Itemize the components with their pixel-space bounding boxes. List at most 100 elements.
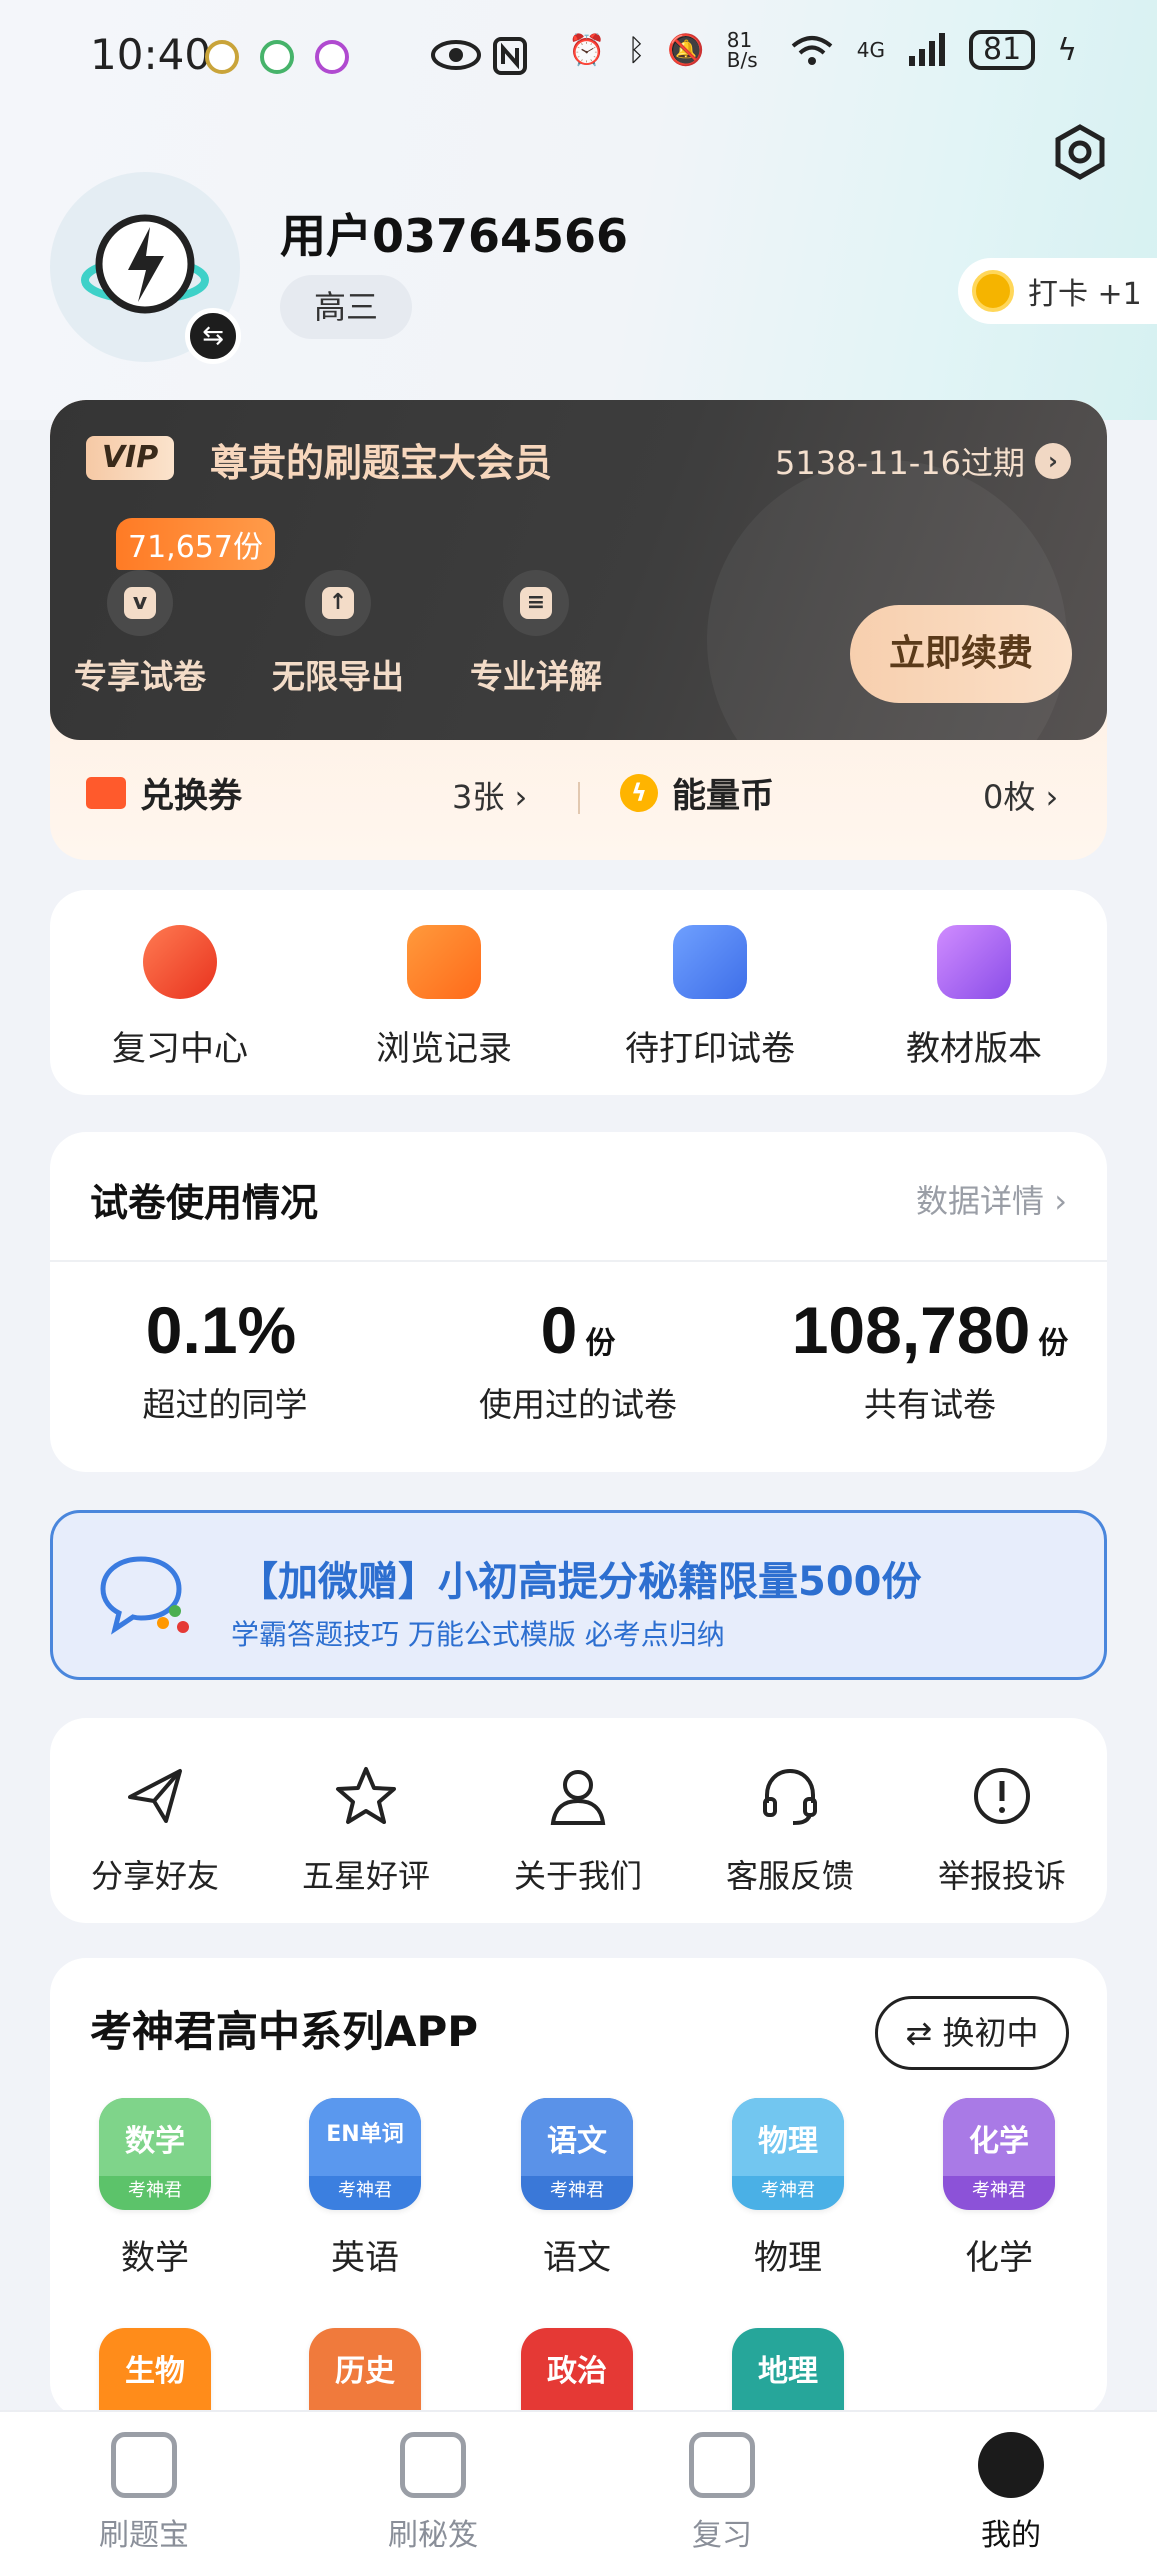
voucher-label: 兑换券	[140, 776, 242, 816]
vip-title: 尊贵的刷题宝大会员	[210, 441, 553, 485]
report-complaint-button[interactable]: 举报投诉	[902, 1763, 1102, 1897]
app-chinese[interactable]: 语文 考神君 语文	[502, 2098, 652, 2279]
nav-tab-mine[interactable]: 我的	[921, 2432, 1101, 2554]
tool-textbook-version[interactable]: 教材版本	[874, 925, 1074, 1070]
document-icon: ≡	[503, 570, 569, 636]
profile-face-icon	[978, 2432, 1044, 2498]
about-us-button[interactable]: 关于我们	[478, 1763, 678, 1897]
tool-review-center[interactable]: 复习中心	[80, 925, 280, 1070]
app-icon-text: 物理	[758, 2124, 818, 2159]
username: 用户03764566	[280, 209, 629, 263]
physics-app-icon: 物理 考神君	[732, 2098, 844, 2210]
battery-icon: 81	[969, 30, 1036, 70]
search-doc-icon	[111, 2432, 177, 2498]
vip-expire[interactable]: 5138-11-16过期 ›	[775, 438, 1071, 484]
exclusive-paper-icon: v	[107, 570, 173, 636]
app-icon-text: 生物	[125, 2354, 185, 2389]
share-friends-button[interactable]: 分享好友	[55, 1763, 255, 1897]
grade-badge[interactable]: 高三	[280, 275, 412, 339]
vip-count-badge: 71,657份	[116, 518, 275, 570]
notebook-icon	[400, 2432, 466, 2498]
eye-icon	[431, 40, 481, 70]
data-details-link[interactable]: 数据详情 ›	[916, 1176, 1067, 1222]
app-english[interactable]: EN单词 考神君 英语	[290, 2098, 440, 2279]
app-brand: 考神君	[128, 2180, 182, 2201]
vip-expire-text: 5138-11-16过期	[775, 444, 1025, 482]
rate-five-stars-button[interactable]: 五星好评	[266, 1763, 466, 1897]
checkin-button[interactable]: 打卡 +1	[958, 258, 1157, 324]
promo-banner[interactable]: 【加微赠】小初高提分秘籍限量500份 学霸答题技巧 万能公式模版 必考点归纳	[50, 1510, 1107, 1680]
chat-icon	[100, 1556, 189, 1635]
app-physics[interactable]: 物理 考神君 物理	[713, 2098, 863, 2279]
app-math[interactable]: 数学 考神君 数学	[80, 2098, 230, 2279]
vip-panel: VIP 尊贵的刷题宝大会员 5138-11-16过期 › 71,657份 v 专…	[50, 400, 1107, 860]
nav-tab-mijii[interactable]: 刷秘笈	[343, 2432, 523, 2554]
misc-label: 客服反馈	[725, 1857, 854, 1895]
misc-label: 举报投诉	[937, 1857, 1066, 1895]
app-icon-text: EN单词	[326, 2122, 404, 2147]
signal-icon	[909, 33, 946, 66]
app-label: 英语	[331, 2238, 399, 2278]
renew-button[interactable]: 立即续费	[850, 605, 1072, 703]
energy-coin-link[interactable]: ϟ 能量币	[620, 768, 774, 817]
notification-icon	[260, 40, 294, 74]
app-icon-text: 语文	[547, 2124, 607, 2159]
status-right: ⏰ ᛒ 🔕 81 B/s 4G 81 ϟ	[568, 30, 1077, 70]
tool-print-queue[interactable]: 待打印试卷	[610, 925, 810, 1070]
app-series-card: 考神君高中系列APP ⇄ 换初中 数学 考神君 数学 EN单词 考神君 英语 语…	[50, 1958, 1107, 2440]
app-label: 物理	[754, 2238, 822, 2278]
nav-label: 我的	[981, 2518, 1041, 2553]
tool-history[interactable]: 浏览记录	[344, 925, 544, 1070]
energy-coin-value[interactable]: 0枚 ›	[983, 772, 1058, 818]
app-label: 数学	[121, 2238, 189, 2278]
net-speed: 81 B/s	[726, 28, 758, 72]
math-app-icon: 数学 考神君	[99, 2098, 211, 2210]
nav-label: 刷秘笈	[388, 2518, 478, 2553]
app-label: 语文	[543, 2238, 611, 2278]
settings-icon[interactable]	[1052, 124, 1108, 180]
ticket-icon	[86, 776, 126, 809]
vip-wallet-row: 兑换券 3张 › ϟ 能量币 0枚 ›	[50, 740, 1107, 850]
banner-title: 【加微赠】小初高提分秘籍限量500份	[238, 1559, 922, 1605]
checkin-label: 打卡 +1	[1028, 277, 1142, 312]
vip-feature-exclusive[interactable]: v 专享试卷	[50, 570, 230, 698]
user-icon	[550, 1770, 606, 1825]
bottom-nav: 刷题宝 刷秘笈 复习 我的	[0, 2410, 1157, 2560]
vip-feature-label: 专享试卷	[74, 657, 206, 696]
stat-unit: 份	[1038, 1326, 1069, 1361]
app-brand: 考神君	[550, 2180, 604, 2201]
review-center-icon	[143, 925, 217, 999]
switch-junior-button[interactable]: ⇄ 换初中	[875, 1996, 1069, 2070]
mute-icon: 🔕	[667, 32, 705, 68]
app-icon-text: 化学	[969, 2124, 1029, 2159]
chemistry-app-icon: 化学 考神君	[943, 2098, 1055, 2210]
folder-icon	[673, 925, 747, 999]
vip-feature-label: 专业详解	[470, 657, 602, 696]
tool-label: 待打印试卷	[625, 1029, 795, 1069]
divider	[578, 782, 580, 814]
warning-icon	[974, 1768, 1030, 1824]
book-icon	[937, 925, 1011, 999]
nav-tab-shuatibao[interactable]: 刷题宝	[54, 2432, 234, 2554]
coin-icon	[972, 270, 1014, 312]
support-feedback-button[interactable]: 客服反馈	[690, 1763, 890, 1897]
review-card-icon	[689, 2432, 755, 2498]
vip-feature-explain[interactable]: ≡ 专业详解	[446, 570, 626, 698]
vip-feature-export[interactable]: ↑ 无限导出	[248, 570, 428, 698]
alarm-icon: ⏰	[568, 32, 606, 68]
vip-card[interactable]: VIP 尊贵的刷题宝大会员 5138-11-16过期 › 71,657份 v 专…	[50, 400, 1107, 740]
app-icon-text: 历史	[335, 2354, 395, 2389]
misc-label: 关于我们	[513, 1857, 642, 1895]
nav-tab-review[interactable]: 复习	[632, 2432, 812, 2554]
app-chemistry[interactable]: 化学 考神君 化学	[924, 2098, 1074, 2279]
stat-exceed: 0.1% 超过的同学	[55, 1292, 395, 1426]
app-brand: 考神君	[761, 2180, 815, 2201]
app-brand: 考神君	[338, 2180, 392, 2201]
switch-account-icon[interactable]: ⇆	[185, 308, 241, 364]
bluetooth-icon: ᛒ	[627, 32, 646, 68]
voucher-value[interactable]: 3张 ›	[452, 772, 527, 818]
misc-actions-card: 分享好友 五星好评 关于我们 客服反馈 举报投诉	[50, 1718, 1107, 1923]
star-icon	[336, 1767, 396, 1824]
voucher-link[interactable]: 兑换券	[86, 768, 242, 817]
nav-label: 复习	[692, 2518, 752, 2553]
